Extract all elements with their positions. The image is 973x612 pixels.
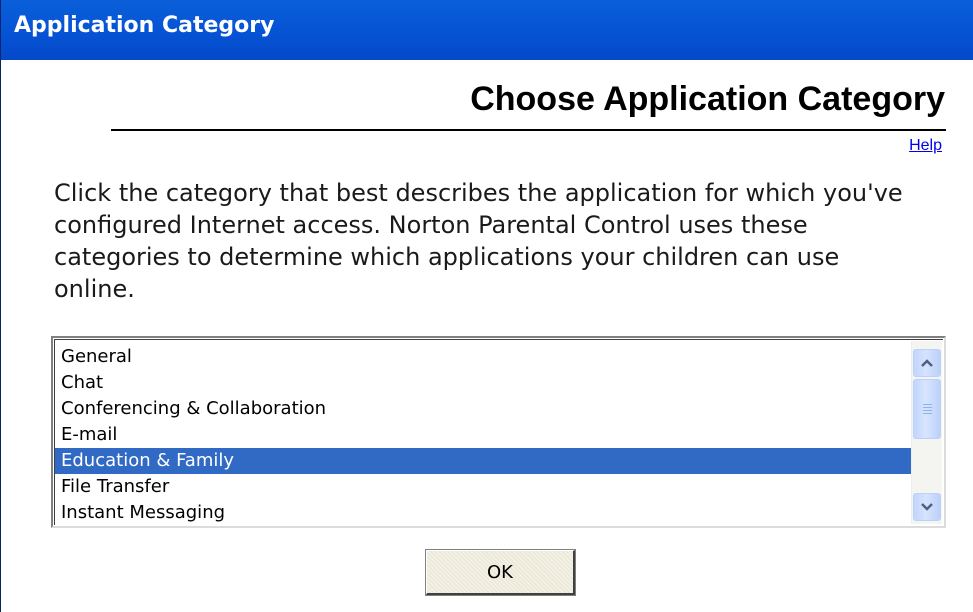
category-list: General Chat Conferencing & Collaboratio… xyxy=(55,344,911,525)
help-link[interactable]: Help xyxy=(909,137,942,155)
listbox-viewport: General Chat Conferencing & Collaboratio… xyxy=(54,339,943,525)
window-title: Application Category xyxy=(14,13,275,38)
chevron-up-icon xyxy=(921,359,933,367)
vertical-scrollbar[interactable] xyxy=(911,341,942,524)
dialog-window: Application Category Choose Application … xyxy=(0,0,973,612)
ok-button[interactable]: OK xyxy=(425,549,576,596)
list-item-file-transfer[interactable]: File Transfer xyxy=(55,474,911,500)
page-title: Choose Application Category xyxy=(470,80,945,118)
title-bar[interactable]: Application Category xyxy=(1,0,973,60)
chevron-down-icon xyxy=(921,503,933,511)
list-item-instant-messaging[interactable]: Instant Messaging xyxy=(55,500,911,525)
list-item-education-family[interactable]: Education & Family xyxy=(55,448,911,474)
scroll-down-button[interactable] xyxy=(913,493,941,521)
grip-line xyxy=(923,413,932,414)
category-listbox[interactable]: General Chat Conferencing & Collaboratio… xyxy=(51,336,946,528)
scroll-thumb[interactable] xyxy=(913,379,941,439)
list-item-conferencing[interactable]: Conferencing & Collaboration xyxy=(55,396,911,422)
list-item-email[interactable]: E-mail xyxy=(55,422,911,448)
list-item-general[interactable]: General xyxy=(55,344,911,370)
grip-line xyxy=(923,407,932,408)
scroll-up-button[interactable] xyxy=(913,349,941,377)
grip-line xyxy=(923,410,932,411)
heading-divider xyxy=(111,129,946,131)
grip-line xyxy=(923,404,932,405)
instructions-text: Click the category that best describes t… xyxy=(54,179,903,303)
list-item-chat[interactable]: Chat xyxy=(55,370,911,396)
